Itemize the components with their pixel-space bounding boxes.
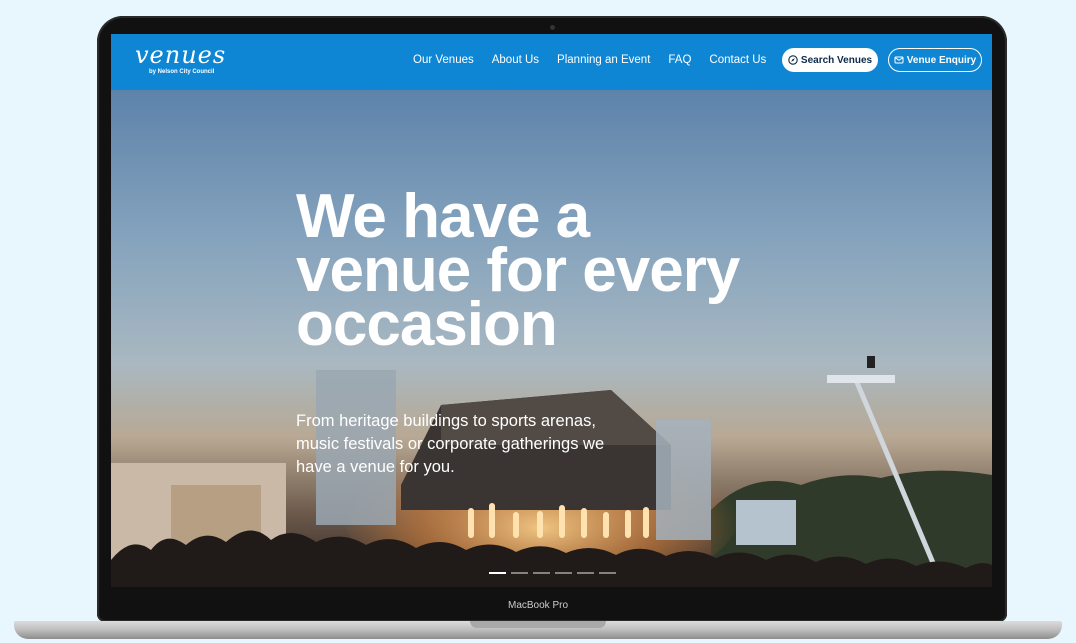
logo-subtitle: by Nelson City Council — [149, 69, 215, 75]
slide-indicator-3[interactable] — [533, 572, 550, 574]
main-nav: Our Venues About Us Planning an Event FA… — [413, 54, 766, 66]
nav-our-venues[interactable]: Our Venues — [413, 54, 474, 66]
logo-wordmark: venues — [135, 41, 227, 69]
site-header: venues by Nelson City Council Our Venues… — [111, 34, 992, 90]
hero-title: We have a venue for every occasion — [296, 186, 816, 356]
venue-enquiry-button[interactable]: Venue Enquiry — [888, 48, 982, 72]
site-logo[interactable]: venues by Nelson City Council — [135, 43, 226, 75]
venue-enquiry-label: Venue Enquiry — [906, 54, 977, 66]
nav-about-us[interactable]: About Us — [492, 54, 539, 66]
nav-planning-an-event[interactable]: Planning an Event — [557, 54, 650, 66]
search-venues-button[interactable]: Search Venues — [782, 48, 878, 72]
camera-dot — [550, 25, 555, 30]
device-label: MacBook Pro — [507, 600, 569, 611]
search-venues-label: Search Venues — [800, 54, 873, 66]
nav-faq[interactable]: FAQ — [668, 54, 691, 66]
compass-icon — [788, 55, 798, 65]
slide-indicator-6[interactable] — [599, 572, 616, 574]
hero-title-line-3: occasion — [296, 290, 558, 359]
slide-indicator-1[interactable] — [489, 572, 506, 574]
hero-banner: We have a venue for every occasion From … — [111, 90, 992, 587]
slide-indicator-2[interactable] — [511, 572, 528, 574]
browser-screen: venues by Nelson City Council Our Venues… — [111, 34, 992, 587]
slide-indicator-5[interactable] — [577, 572, 594, 574]
nav-contact-us[interactable]: Contact Us — [709, 54, 766, 66]
envelope-icon — [894, 56, 904, 64]
slider-indicators — [489, 572, 616, 574]
laptop-notch — [470, 621, 606, 628]
hero-subtitle: From heritage buildings to sports arenas… — [296, 412, 605, 476]
slide-indicator-4[interactable] — [555, 572, 572, 574]
